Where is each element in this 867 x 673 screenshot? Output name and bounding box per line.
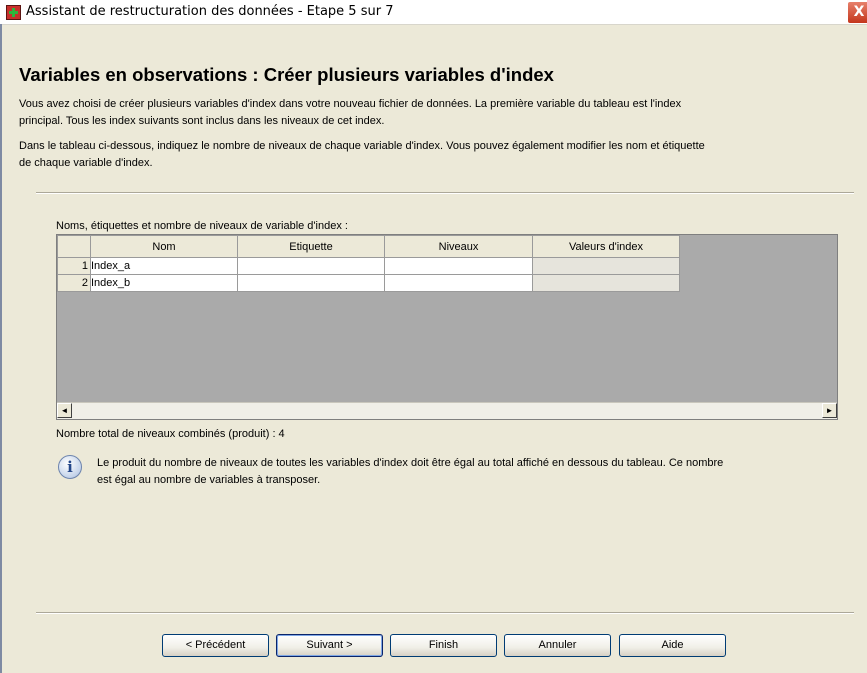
cell-nom[interactable]: Index_b bbox=[90, 274, 238, 292]
description-1-line-2: principal. Tous les index suivants sont … bbox=[19, 115, 385, 127]
row-number: 2 bbox=[57, 274, 91, 292]
column-header-valeurs-index[interactable]: Valeurs d'index bbox=[532, 235, 680, 258]
column-header-etiquette[interactable]: Etiquette bbox=[237, 235, 385, 258]
table-row: 2 Index_b bbox=[57, 274, 680, 292]
cell-etiquette[interactable] bbox=[237, 274, 385, 292]
column-header-nom[interactable]: Nom bbox=[90, 235, 238, 258]
total-levels-label: Nombre total de niveaux combinés (produi… bbox=[56, 428, 285, 440]
description-2-line-2: de chaque variable d'index. bbox=[19, 157, 153, 169]
index-variables-table: Nom Etiquette Niveaux Valeurs d'index 1 … bbox=[57, 235, 680, 292]
scroll-left-icon[interactable]: ◄ bbox=[57, 403, 72, 418]
help-button[interactable]: Aide bbox=[619, 634, 726, 657]
previous-button[interactable]: < Précédent bbox=[162, 634, 269, 657]
column-header-niveaux[interactable]: Niveaux bbox=[384, 235, 533, 258]
cell-niveaux[interactable] bbox=[384, 257, 533, 275]
info-line-1: Le produit du nombre de niveaux de toute… bbox=[97, 457, 724, 469]
dialog-window: Assistant de restructuration des données… bbox=[0, 0, 867, 673]
app-icon bbox=[6, 5, 21, 20]
window-title: Assistant de restructuration des données… bbox=[26, 4, 394, 19]
info-icon: i bbox=[58, 455, 82, 479]
header-corner bbox=[57, 235, 91, 258]
next-button[interactable]: Suivant > bbox=[276, 634, 383, 657]
cell-niveaux[interactable] bbox=[384, 274, 533, 292]
finish-button[interactable]: Finish bbox=[390, 634, 497, 657]
cell-nom[interactable]: Index_a bbox=[90, 257, 238, 275]
info-message: Le produit du nombre de niveaux de toute… bbox=[97, 455, 842, 489]
table-label: Noms, étiquettes et nombre de niveaux de… bbox=[56, 220, 348, 232]
cancel-button[interactable]: Annuler bbox=[504, 634, 611, 657]
horizontal-scrollbar[interactable]: ◄ ► bbox=[57, 402, 837, 419]
cell-etiquette[interactable] bbox=[237, 257, 385, 275]
title-bar[interactable]: Assistant de restructuration des données… bbox=[0, 0, 867, 25]
footer-separator bbox=[36, 612, 854, 614]
index-variables-grid[interactable]: Nom Etiquette Niveaux Valeurs d'index 1 … bbox=[56, 234, 838, 420]
cell-valeurs-index[interactable] bbox=[532, 274, 680, 292]
description-1-line-1: Vous avez choisi de créer plusieurs vari… bbox=[19, 98, 682, 110]
page-title: Variables en observations : Créer plusie… bbox=[19, 64, 554, 85]
description-1: Vous avez choisi de créer plusieurs vari… bbox=[19, 96, 849, 130]
header-separator bbox=[36, 192, 854, 194]
cell-valeurs-index[interactable] bbox=[532, 257, 680, 275]
close-button[interactable]: X bbox=[847, 1, 867, 24]
table-header-row: Nom Etiquette Niveaux Valeurs d'index bbox=[57, 235, 680, 258]
window-border bbox=[0, 24, 2, 673]
row-number: 1 bbox=[57, 257, 91, 275]
scroll-right-icon[interactable]: ► bbox=[822, 403, 837, 418]
info-line-2: est égal au nombre de variables à transp… bbox=[97, 474, 321, 486]
description-2: Dans le tableau ci-dessous, indiquez le … bbox=[19, 138, 849, 172]
table-row: 1 Index_a bbox=[57, 257, 680, 275]
description-2-line-1: Dans le tableau ci-dessous, indiquez le … bbox=[19, 140, 705, 152]
